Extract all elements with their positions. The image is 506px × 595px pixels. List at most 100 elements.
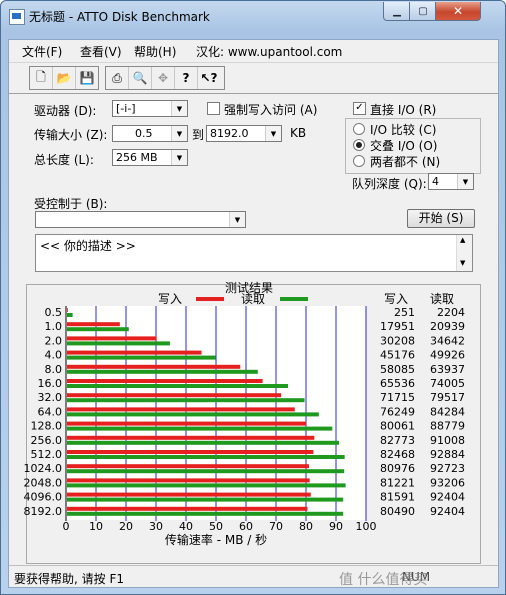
write-value-label: 251 (394, 306, 415, 319)
watermark-text: 值 什么值得买 (339, 572, 428, 588)
write-value-label: 80061 (380, 420, 415, 433)
write-bar (67, 308, 68, 312)
category-label: 2048.0 (24, 476, 63, 489)
x-tick-label: 70 (269, 520, 283, 533)
category-label: 8192.0 (24, 505, 63, 518)
write-bar (67, 450, 314, 454)
read-value-label: 63937 (430, 363, 465, 376)
write-value-label: 76249 (380, 405, 415, 418)
close-button[interactable]: ✕ (435, 2, 481, 21)
write-value-label: 80490 (380, 505, 415, 518)
read-bar (67, 313, 73, 317)
write-bar (67, 435, 315, 440)
write-bar (67, 464, 309, 469)
write-bar (67, 364, 241, 369)
category-label: 64.0 (38, 405, 63, 418)
category-label: 4.0 (45, 349, 63, 362)
write-value-label: 81221 (380, 476, 415, 489)
category-label: 2.0 (45, 334, 63, 347)
x-tick-label: 90 (329, 520, 343, 533)
read-bar (67, 327, 129, 332)
read-value-label: 74005 (430, 377, 465, 390)
read-column-header: 读取 (430, 292, 454, 306)
read-bar (67, 341, 170, 346)
read-value-label: 92404 (430, 505, 465, 518)
write-bar (67, 393, 282, 398)
minimize-button[interactable]: ▁ (383, 2, 411, 21)
category-label: 128.0 (31, 420, 63, 433)
x-tick-label: 40 (179, 520, 193, 533)
read-value-label: 84284 (430, 405, 465, 418)
read-value-label: 88779 (430, 420, 465, 433)
x-tick-label: 50 (209, 520, 223, 533)
x-tick-label: 100 (356, 520, 377, 533)
legend-write-swatch (196, 297, 224, 301)
read-value-label: 20939 (430, 320, 465, 333)
x-tick-label: 10 (89, 520, 103, 533)
write-bar (67, 492, 311, 497)
window-title: 无标题 - ATTO Disk Benchmark (29, 10, 210, 24)
category-label: 256.0 (31, 434, 63, 447)
category-label: 16.0 (38, 377, 63, 390)
write-bar (67, 506, 308, 511)
read-bar (67, 497, 344, 502)
title-bar[interactable]: 无标题 - ATTO Disk Benchmark ▁ ▢ ✕ (1, 1, 505, 31)
read-bar (67, 455, 345, 459)
status-help-text: 要获得帮助, 请按 F1 (14, 572, 124, 586)
write-bar (67, 350, 202, 355)
read-bar (67, 355, 216, 360)
maximize-button[interactable]: ▢ (409, 2, 437, 21)
app-icon (9, 9, 25, 25)
write-value-label: 65536 (380, 377, 415, 390)
x-tick-label: 80 (299, 520, 313, 533)
category-label: 4096.0 (24, 491, 63, 504)
x-axis-label: 传输速率 - MB / 秒 (165, 532, 267, 547)
read-bar (67, 384, 289, 388)
x-tick-label: 60 (239, 520, 253, 533)
write-bar (67, 336, 157, 341)
write-column-header: 写入 (384, 292, 408, 306)
write-value-label: 82773 (380, 434, 415, 447)
write-value-label: 58085 (380, 363, 415, 376)
write-bar (67, 421, 307, 426)
category-label: 8.0 (45, 363, 63, 376)
read-value-label: 92884 (430, 448, 465, 461)
read-value-label: 91008 (430, 434, 465, 447)
write-bar (67, 322, 120, 327)
write-value-label: 17951 (380, 320, 415, 333)
legend-read-label: 读取 (241, 292, 265, 306)
read-value-label: 34642 (430, 334, 465, 347)
legend-write-label: 写入 (158, 292, 182, 306)
category-label: 1024.0 (24, 462, 63, 475)
read-value-label: 93206 (430, 476, 465, 489)
legend-read-swatch (280, 297, 308, 301)
read-value-label: 2204 (437, 306, 465, 319)
write-value-label: 81591 (380, 491, 415, 504)
category-label: 1.0 (45, 320, 63, 333)
write-value-label: 82468 (380, 448, 415, 461)
read-bar (67, 426, 333, 431)
write-bar (67, 407, 295, 412)
app-window: 无标题 - ATTO Disk Benchmark ▁ ▢ ✕ 文件(F) 查看… (0, 0, 506, 595)
client-area: 文件(F) 查看(V) 帮助(H) 汉化: www.upantool.com 🗋… (8, 39, 499, 588)
read-value-label: 92404 (430, 491, 465, 504)
category-label: 32.0 (38, 391, 63, 404)
read-bar (67, 398, 305, 403)
x-tick-label: 0 (63, 520, 70, 533)
read-value-label: 79517 (430, 391, 465, 404)
x-tick-label: 20 (119, 520, 133, 533)
write-value-label: 45176 (380, 349, 415, 362)
category-label: 0.5 (45, 306, 63, 319)
read-bar (67, 412, 319, 417)
read-bar (67, 440, 340, 445)
write-value-label: 30208 (380, 334, 415, 347)
read-bar (67, 483, 346, 488)
results-chart: 测试结果 写入 读取 写入 读取 0 10 20 30 40 50 60 70 80 90 1000… (24, 280, 466, 547)
x-tick-label: 30 (149, 520, 163, 533)
read-value-label: 92723 (430, 462, 465, 475)
write-value-label: 71715 (380, 391, 415, 404)
write-bar (67, 478, 310, 483)
write-bar (67, 379, 263, 383)
read-bar (67, 469, 345, 474)
category-label: 512.0 (31, 448, 63, 461)
